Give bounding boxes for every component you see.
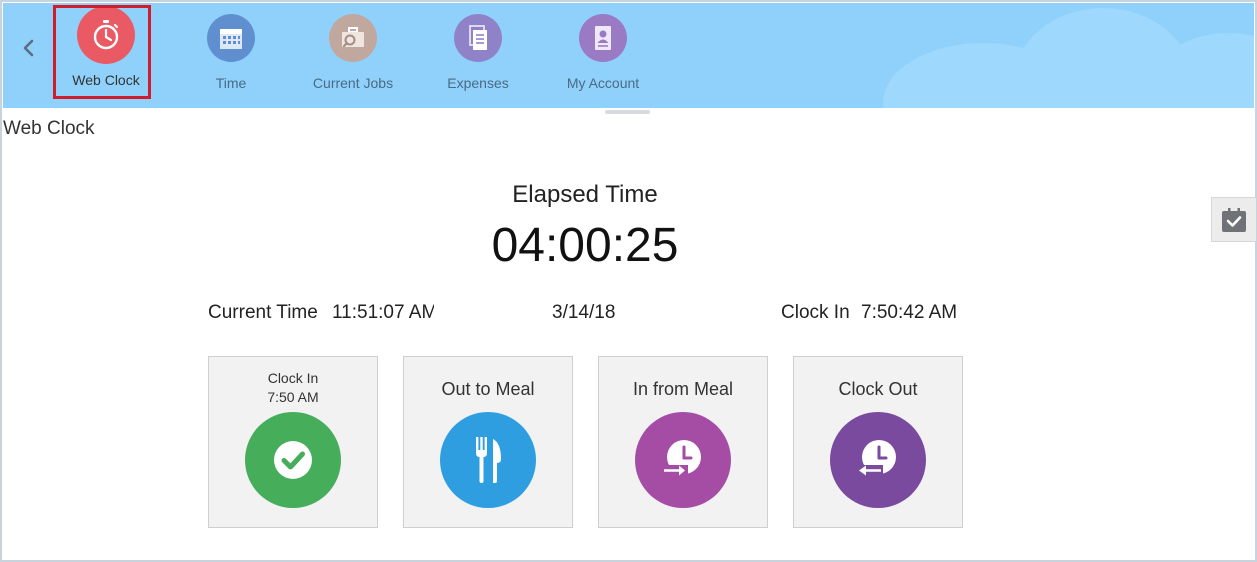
nav-label-my-account: My Account: [566, 75, 640, 91]
nav-item-time[interactable]: Time: [183, 3, 279, 108]
page-title: Web Clock: [3, 118, 95, 139]
clock-arrow-out-icon: [857, 440, 896, 476]
nav-label-expenses: Expenses: [447, 75, 509, 91]
nav-circle-time: [207, 14, 255, 62]
clock-arrow-in-icon: [662, 440, 701, 476]
clock-out-circle: [830, 412, 926, 508]
documents-icon: [469, 25, 487, 50]
current-time-value: 11:51:07 AM: [332, 302, 434, 323]
nav-label-web-clock: Web Clock: [72, 72, 140, 88]
top-navigation-bar: Web Clock Time Current Jobs Expenses My …: [3, 3, 1254, 108]
nav-item-expenses[interactable]: Expenses: [428, 3, 528, 108]
elapsed-time-value: 04:00:25: [491, 219, 679, 272]
nav-circle-web-clock: [77, 6, 135, 64]
chevron-left-icon: [23, 39, 34, 57]
clock-in-circle: [245, 412, 341, 508]
calendar-check-icon: [1222, 207, 1246, 232]
current-date: 3/14/18: [552, 302, 616, 323]
checkmark-icon: [274, 441, 312, 479]
nav-item-my-account[interactable]: My Account: [553, 3, 653, 108]
clock-in-tile-time: 7:50 AM: [267, 389, 319, 405]
elapsed-time-label: Elapsed Time: [512, 181, 658, 208]
clock-in-tile-label: Clock In 7:50 AM: [209, 369, 377, 407]
clock-in-tile-title: Clock In: [267, 370, 319, 386]
briefcase-search-icon: [342, 27, 364, 48]
in-from-meal-label: In from Meal: [632, 379, 734, 399]
nav-item-current-jobs[interactable]: Current Jobs: [303, 3, 403, 108]
clock-in-tile[interactable]: Clock In 7:50 AM: [208, 356, 378, 528]
side-calendar-button[interactable]: [1211, 197, 1256, 242]
out-to-meal-label: Out to Meal: [441, 379, 535, 399]
nav-circle-my-account: [579, 14, 627, 62]
current-time-label: Current Time: [208, 302, 318, 323]
fork-knife-icon: [476, 437, 501, 483]
nav-collapse-handle[interactable]: [605, 110, 650, 114]
clock-in-label: Clock In: [781, 302, 850, 323]
in-from-meal-circle: [635, 412, 731, 508]
back-button[interactable]: [17, 35, 39, 61]
clock-out-tile[interactable]: Clock Out: [793, 356, 963, 528]
calendar-icon: [220, 29, 242, 49]
nav-label-current-jobs: Current Jobs: [312, 75, 394, 91]
clock-in-time-value: 7:50:42 AM: [861, 302, 958, 323]
nav-label-time: Time: [215, 75, 247, 91]
out-to-meal-circle: [440, 412, 536, 508]
clock-out-label: Clock Out: [838, 379, 918, 399]
out-to-meal-tile[interactable]: Out to Meal: [403, 356, 573, 528]
stopwatch-icon: [93, 20, 119, 50]
id-badge-icon: [595, 26, 611, 50]
nav-circle-expenses: [454, 14, 502, 62]
nav-item-web-clock[interactable]: Web Clock: [56, 3, 156, 108]
nav-circle-current-jobs: [329, 14, 377, 62]
in-from-meal-tile[interactable]: In from Meal: [598, 356, 768, 528]
